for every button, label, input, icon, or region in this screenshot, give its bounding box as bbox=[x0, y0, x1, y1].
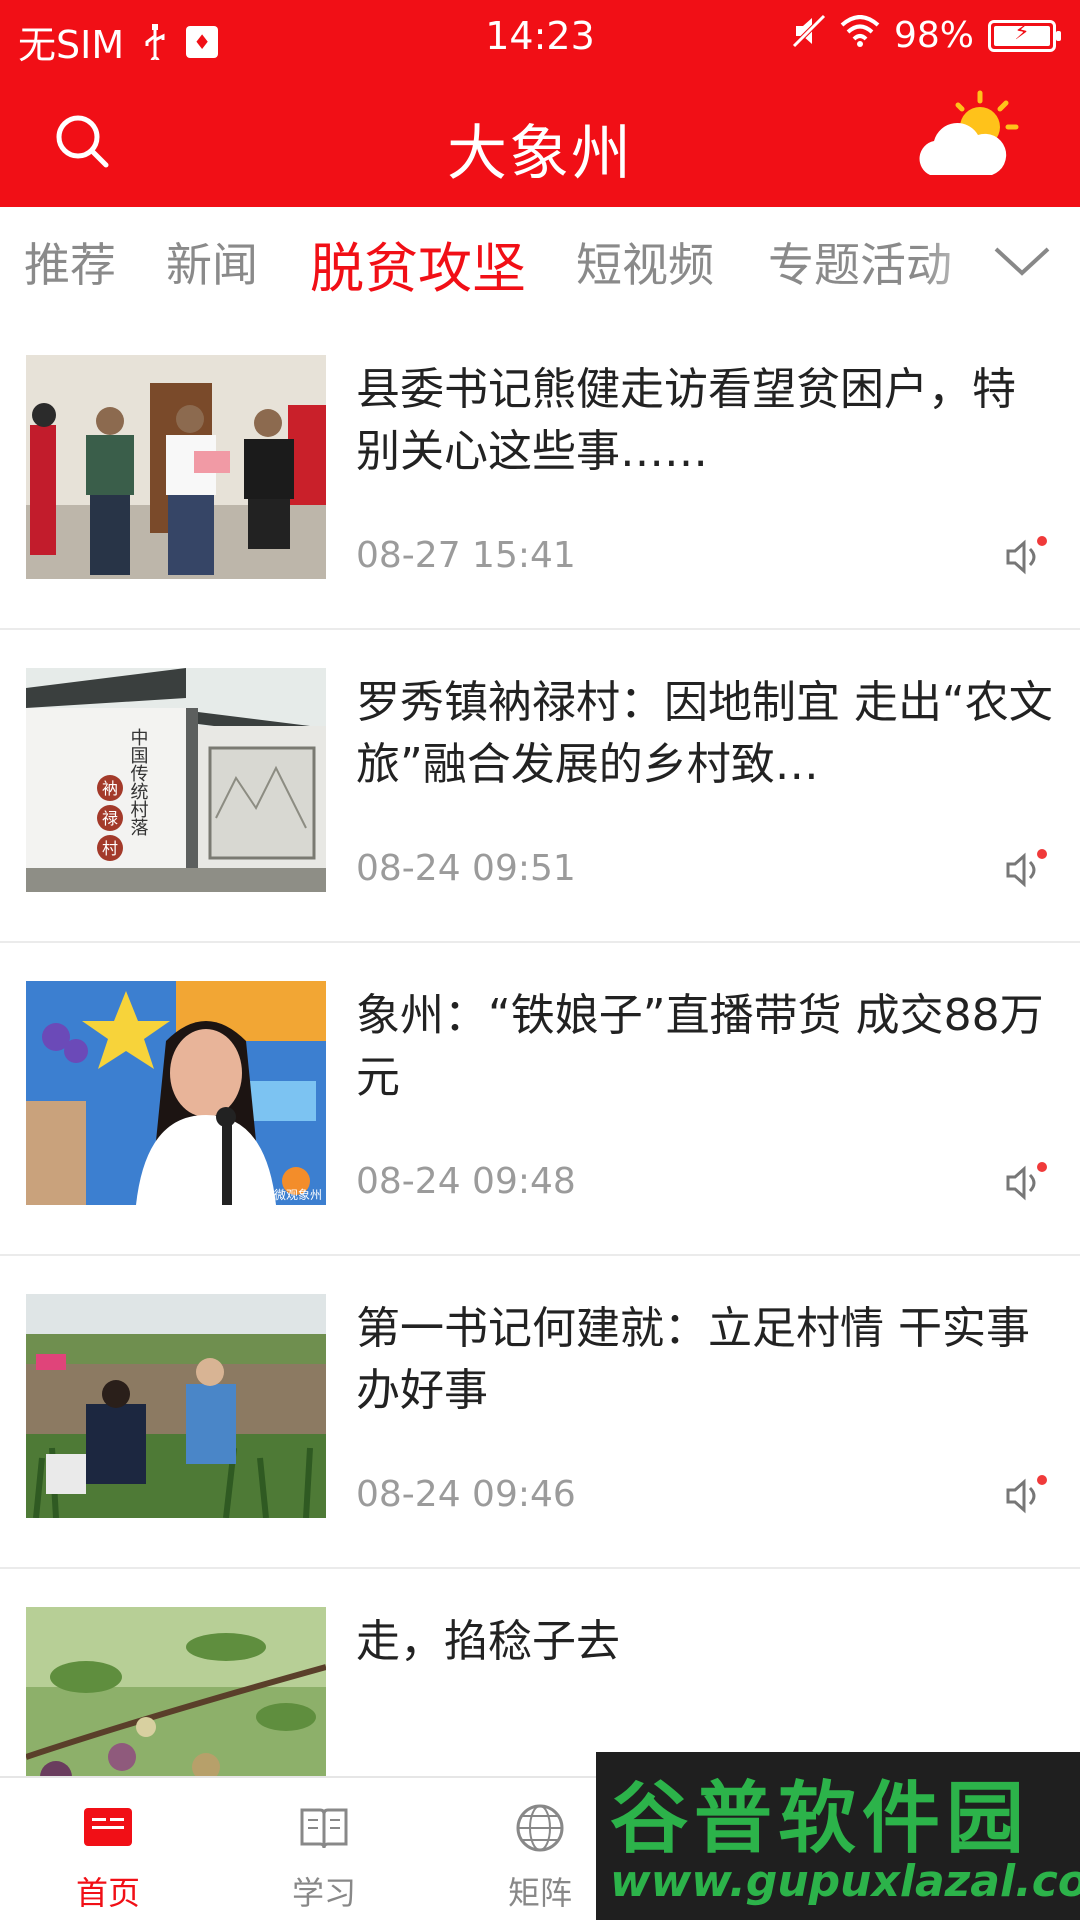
thumb-seal-char: 村 bbox=[102, 839, 118, 858]
nav-matrix[interactable]: 矩阵 bbox=[470, 1798, 610, 1914]
article-list: 县委书记熊健走访看望贫困户，特别关心这些事…… 08-27 15:41 中国传统… bbox=[0, 317, 1080, 1882]
article-time: 08-24 09:51 bbox=[356, 848, 576, 889]
site-watermark: 谷普软件园 www.gupuxlazal.com bbox=[596, 1752, 1080, 1920]
battery-percent: 98% bbox=[893, 15, 974, 56]
article-title: 罗秀镇衲禄村：因地制宜 走出“农文旅”融合发展的乡村致… bbox=[356, 677, 1053, 790]
article-title: 第一书记何建就：立足村情 干实事 办好事 bbox=[356, 1303, 1030, 1416]
thumb-seal-char: 禄 bbox=[102, 809, 118, 828]
watermark-url: www.gupuxlazal.com bbox=[610, 1856, 1080, 1907]
nav-home[interactable]: 首页 bbox=[38, 1798, 178, 1914]
thumb-watermark-text: 微观象州 bbox=[274, 1188, 322, 1202]
article-thumbnail: 中国传统村落 衲 禄 村 bbox=[26, 668, 326, 892]
tab-news[interactable]: 新闻 bbox=[166, 229, 258, 295]
mute-icon bbox=[792, 14, 826, 57]
news-home-icon bbox=[78, 1798, 138, 1858]
article-thumbnail bbox=[26, 1294, 326, 1518]
globe-icon bbox=[510, 1798, 570, 1858]
sun-cloud-icon[interactable] bbox=[914, 87, 1024, 187]
nav-matrix-label: 矩阵 bbox=[507, 1874, 572, 1912]
tab-short-video[interactable]: 短视频 bbox=[576, 229, 714, 295]
chevron-down-icon[interactable] bbox=[992, 241, 1052, 281]
article-title: 象州：“铁娘子”直播带货 成交88万元 bbox=[356, 990, 1044, 1103]
status-right: 98% ⚡ bbox=[792, 14, 1061, 57]
nav-study-label: 学习 bbox=[291, 1874, 356, 1912]
article-thumbnail bbox=[26, 355, 326, 579]
channel-tabs: 推荐 新闻 脱贫攻坚 短视频 专题活动 bbox=[0, 207, 1080, 317]
app-header: 大象州 bbox=[0, 75, 1080, 207]
speaker-icon[interactable] bbox=[1002, 846, 1050, 894]
thumb-seal-char: 衲 bbox=[102, 779, 118, 798]
thumb-sign-text: 中国传统村落 bbox=[128, 728, 149, 836]
nav-home-label: 首页 bbox=[75, 1874, 140, 1912]
article-title: 走，掐稔子去 bbox=[356, 1616, 620, 1667]
nav-study[interactable]: 学习 bbox=[254, 1798, 394, 1914]
article-time: 08-24 09:46 bbox=[356, 1474, 576, 1515]
article-time: 08-24 09:48 bbox=[356, 1161, 576, 1202]
battery-icon: ⚡ bbox=[988, 19, 1061, 52]
article-item[interactable]: 中国传统村落 衲 禄 村 罗秀镇衲禄村：因地制宜 走出“农文旅”融合发展的乡村致… bbox=[0, 630, 1080, 943]
book-icon bbox=[294, 1798, 354, 1858]
watermark-title: 谷普软件园 bbox=[610, 1774, 1031, 1864]
tab-poverty-alleviation[interactable]: 脱贫攻坚 bbox=[310, 224, 526, 303]
wifi-icon bbox=[840, 15, 880, 56]
article-time: 08-27 15:41 bbox=[356, 535, 576, 576]
tab-recommend[interactable]: 推荐 bbox=[24, 229, 116, 295]
speaker-icon[interactable] bbox=[1002, 1472, 1050, 1520]
speaker-icon[interactable] bbox=[1002, 1159, 1050, 1207]
speaker-icon[interactable] bbox=[1002, 533, 1050, 581]
status-bar: 无SIM ♦ 14:23 98% ⚡ bbox=[0, 0, 1080, 75]
article-thumbnail: 微观象州 bbox=[26, 981, 326, 1205]
article-item[interactable]: 微观象州 象州：“铁娘子”直播带货 成交88万元 08-24 09:48 bbox=[0, 943, 1080, 1256]
article-title: 县委书记熊健走访看望贫困户，特别关心这些事…… bbox=[356, 364, 1016, 477]
article-item[interactable]: 县委书记熊健走访看望贫困户，特别关心这些事…… 08-27 15:41 bbox=[0, 317, 1080, 630]
article-item[interactable]: 第一书记何建就：立足村情 干实事 办好事 08-24 09:46 bbox=[0, 1256, 1080, 1569]
